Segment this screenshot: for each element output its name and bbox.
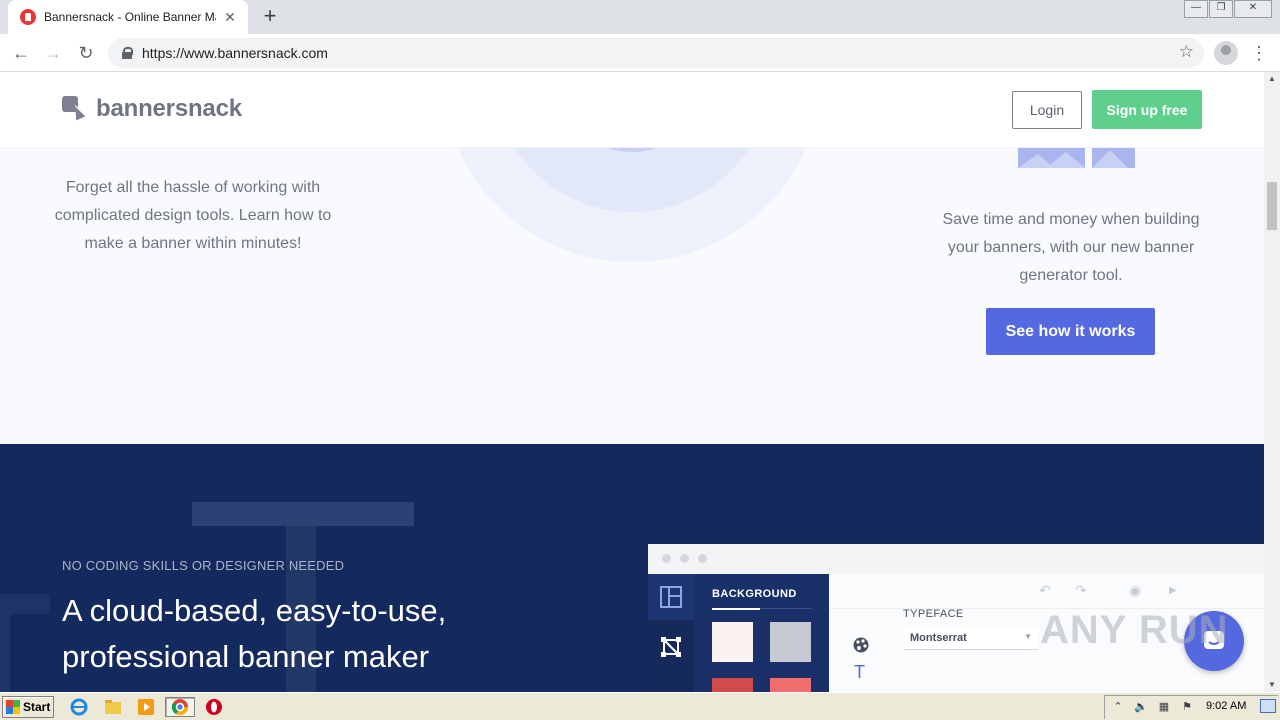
scroll-thumb[interactable] bbox=[1267, 182, 1277, 230]
explorer-icon[interactable] bbox=[102, 697, 124, 717]
play-icon: ▶ bbox=[1169, 585, 1177, 596]
color-swatch bbox=[712, 678, 753, 692]
logo-cursor-icon bbox=[62, 94, 90, 125]
start-label: Start bbox=[23, 700, 51, 714]
layout-icon bbox=[648, 574, 694, 620]
palette-icon bbox=[853, 637, 869, 653]
decorative-letter-5 bbox=[0, 594, 50, 692]
site-header: bannersnack Login Sign up free bbox=[0, 72, 1264, 148]
scroll-down-icon[interactable]: ▼ bbox=[1264, 678, 1280, 692]
windows-taskbar: Start ⌃ 🔈 ▦ ⚑ 9:02 AM bbox=[0, 692, 1280, 720]
tab-title: Bannersnack - Online Banner Maker, bbox=[44, 10, 216, 24]
url-text[interactable]: https://www.bannersnack.com bbox=[142, 45, 328, 61]
ie-icon[interactable] bbox=[68, 697, 90, 717]
browser-tabstrip: Bannersnack - Online Banner Maker, ✕ + —… bbox=[0, 0, 1280, 34]
lock-icon bbox=[122, 47, 133, 59]
browser-toolbar: ← → ↻ https://www.bannersnack.com ☆ ⋮ bbox=[0, 34, 1280, 72]
login-button[interactable]: Login bbox=[1012, 91, 1082, 129]
feature-right-text: Save time and money when building your b… bbox=[942, 211, 1200, 284]
network-icon[interactable]: ▦ bbox=[1154, 700, 1174, 716]
bannersnack-favicon-icon bbox=[20, 9, 36, 25]
forward-button[interactable]: → bbox=[40, 40, 66, 66]
crop-icon bbox=[648, 624, 694, 670]
browser-menu-icon[interactable]: ⋮ bbox=[1250, 40, 1268, 66]
anyrun-watermark: ANY RUN bbox=[1040, 608, 1229, 652]
tray-expand-icon[interactable]: ⌃ bbox=[1108, 700, 1128, 716]
redo-icon: ↷ bbox=[1075, 582, 1087, 598]
editor-titlebar bbox=[648, 544, 1264, 574]
page-scrollbar[interactable]: ▲ ▼ bbox=[1264, 72, 1280, 692]
scroll-up-icon[interactable]: ▲ bbox=[1264, 72, 1280, 86]
minimize-button[interactable]: — bbox=[1184, 0, 1208, 18]
editor-left-rail bbox=[648, 574, 694, 692]
page-viewport: bannersnack Login Sign up free Forget al… bbox=[0, 72, 1264, 692]
promo-headline: A cloud-based, easy-to-use, professional… bbox=[62, 593, 447, 674]
address-bar[interactable]: https://www.bannersnack.com ☆ bbox=[108, 38, 1204, 68]
typeface-select: Montserrat ▼ bbox=[903, 628, 1038, 650]
taskbar-clock: 9:02 AM bbox=[1206, 700, 1247, 712]
tab-close-icon[interactable]: ✕ bbox=[222, 9, 238, 26]
action-center-flag-icon[interactable]: ⚑ bbox=[1177, 700, 1197, 716]
typeface-t-icon: T bbox=[854, 662, 865, 682]
media-player-icon[interactable] bbox=[135, 697, 157, 717]
signup-button[interactable]: Sign up free bbox=[1092, 90, 1202, 129]
windows-flag-icon bbox=[6, 700, 20, 714]
see-how-it-works-button[interactable]: See how it works bbox=[986, 308, 1155, 355]
promo-eyebrow: NO CODING SKILLS OR DESIGNER NEEDED bbox=[62, 558, 345, 573]
color-swatch bbox=[770, 622, 811, 662]
volume-icon[interactable]: 🔈 bbox=[1131, 700, 1151, 716]
dropdown-caret-icon: ▼ bbox=[1024, 632, 1032, 641]
opera-icon[interactable] bbox=[203, 697, 225, 717]
chrome-icon[interactable] bbox=[165, 697, 195, 717]
show-desktop-icon[interactable] bbox=[1260, 699, 1276, 713]
browser-tab[interactable]: Bannersnack - Online Banner Maker, ✕ bbox=[8, 0, 248, 34]
preview-eye-icon: ◉ bbox=[1129, 582, 1142, 598]
start-button[interactable]: Start bbox=[2, 696, 54, 718]
undo-icon: ↶ bbox=[1039, 582, 1051, 598]
typeface-value: Montserrat bbox=[910, 632, 967, 644]
close-window-button[interactable]: ✕ bbox=[1234, 0, 1272, 18]
typeface-label: TYPEFACE bbox=[903, 608, 964, 620]
new-tab-button[interactable]: + bbox=[258, 5, 282, 29]
bookmark-star-icon[interactable]: ☆ bbox=[1179, 42, 1194, 62]
bannersnack-logo[interactable]: bannersnack bbox=[62, 94, 242, 125]
logo-text: bannersnack bbox=[96, 95, 242, 122]
color-swatch bbox=[712, 622, 753, 662]
panel-title: BACKGROUND bbox=[712, 588, 797, 600]
background-panel: BACKGROUND bbox=[694, 574, 829, 692]
promo-section: NO CODING SKILLS OR DESIGNER NEEDED A cl… bbox=[0, 444, 1264, 692]
text-tool-icon bbox=[648, 674, 694, 692]
system-tray: ⌃ 🔈 ▦ ⚑ bbox=[1104, 695, 1278, 719]
profile-avatar-icon[interactable] bbox=[1214, 41, 1238, 65]
reload-button[interactable]: ↻ bbox=[73, 40, 99, 66]
restore-button[interactable]: ❐ bbox=[1209, 0, 1233, 18]
feature-left-text: Forget all the hassle of working with co… bbox=[54, 179, 332, 252]
back-button[interactable]: ← bbox=[8, 40, 34, 66]
color-swatch bbox=[770, 678, 811, 692]
